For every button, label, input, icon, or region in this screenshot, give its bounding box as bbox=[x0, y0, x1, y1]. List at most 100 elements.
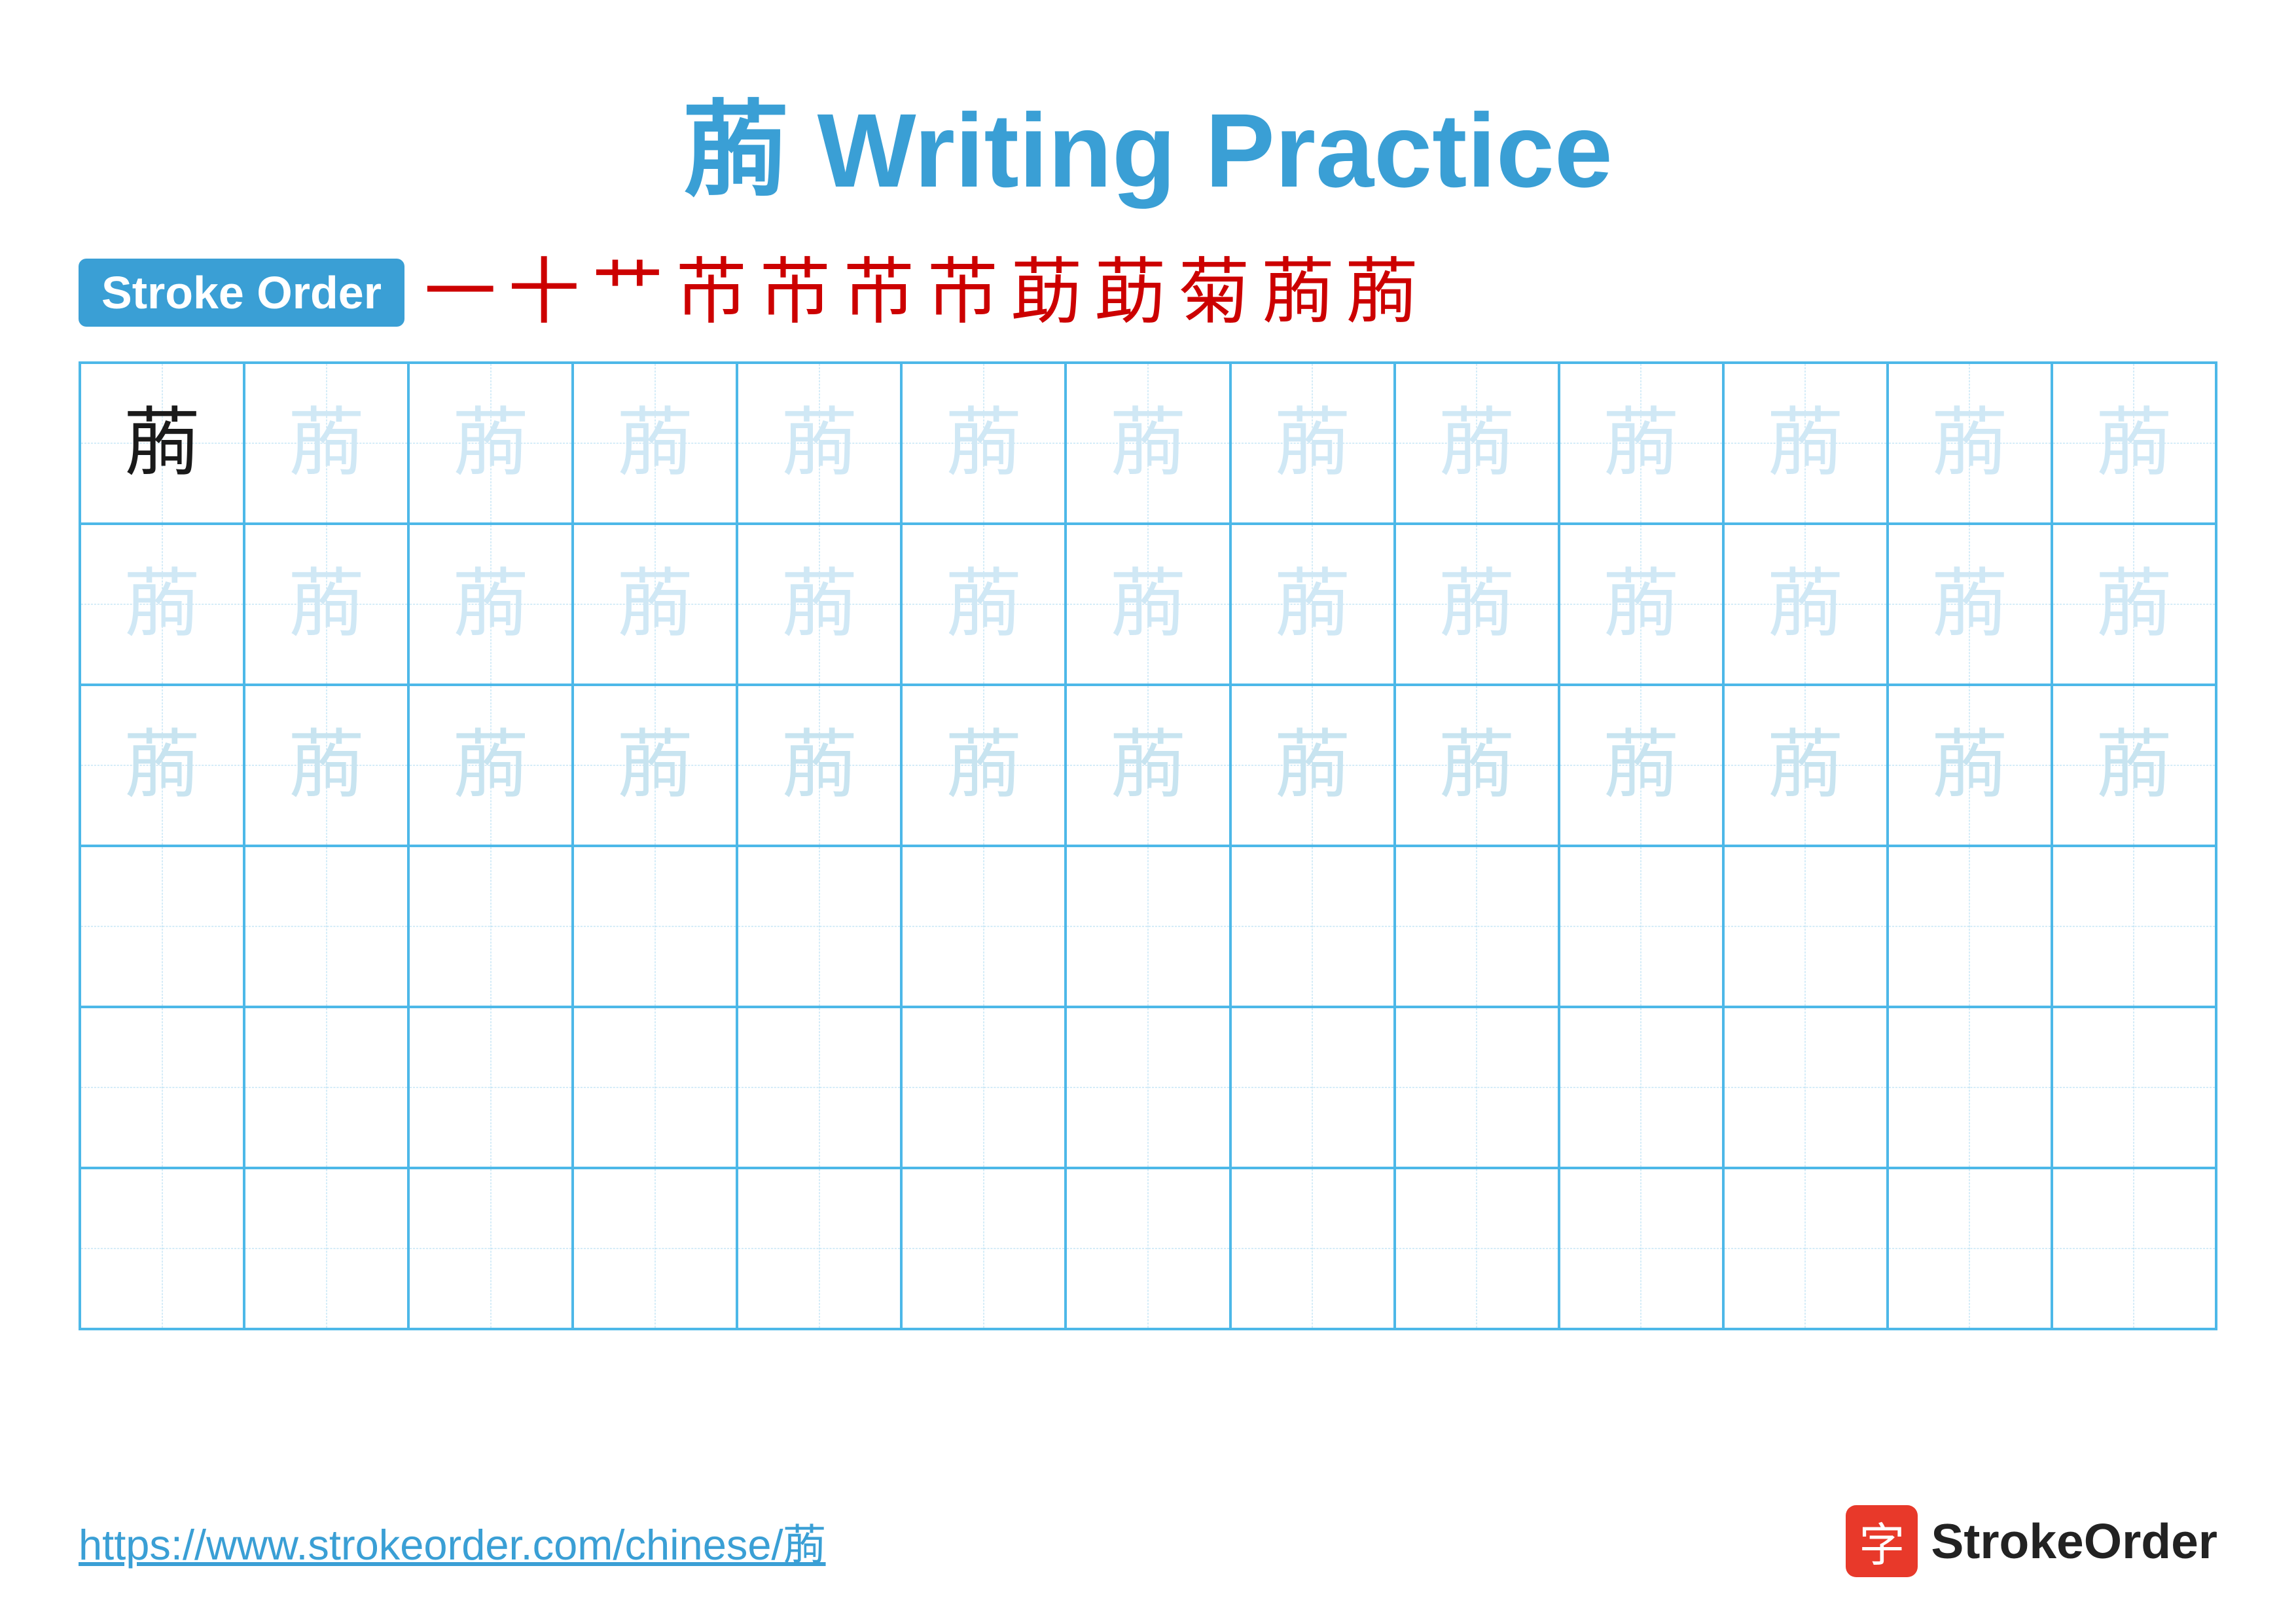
grid-cell-r1c6[interactable]: 葋 bbox=[901, 363, 1066, 524]
char-r3c11: 葋 bbox=[1768, 728, 1843, 803]
practice-grid: 葋 葋 葋 葋 葋 葋 葋 葋 葋 葋 葋 葋 bbox=[79, 361, 2217, 1330]
char-r2c3: 葋 bbox=[453, 567, 528, 642]
grid-cell-r4c10[interactable] bbox=[1559, 846, 1723, 1007]
grid-cell-r4c11[interactable] bbox=[1723, 846, 1888, 1007]
grid-cell-r1c5[interactable]: 葋 bbox=[737, 363, 901, 524]
grid-cell-r1c1[interactable]: 葋 bbox=[80, 363, 244, 524]
grid-cell-r1c11[interactable]: 葋 bbox=[1723, 363, 1888, 524]
char-r1c6: 葋 bbox=[946, 406, 1021, 481]
stroke-10: 菊 bbox=[1178, 257, 1250, 329]
grid-cell-r6c7[interactable] bbox=[1066, 1168, 1230, 1329]
grid-cell-r4c13[interactable] bbox=[2052, 846, 2216, 1007]
grid-cell-r6c3[interactable] bbox=[408, 1168, 573, 1329]
stroke-12: 葋 bbox=[1346, 257, 1418, 329]
grid-cell-r5c4[interactable] bbox=[573, 1007, 737, 1168]
grid-cell-r3c4[interactable]: 葋 bbox=[573, 685, 737, 846]
grid-cell-r4c12[interactable] bbox=[1888, 846, 2052, 1007]
char-r3c10: 葋 bbox=[1604, 728, 1679, 803]
grid-cell-r5c3[interactable] bbox=[408, 1007, 573, 1168]
grid-cell-r3c3[interactable]: 葋 bbox=[408, 685, 573, 846]
grid-cell-r6c13[interactable] bbox=[2052, 1168, 2216, 1329]
stroke-2: 十 bbox=[508, 257, 580, 329]
grid-cell-r3c12[interactable]: 葋 bbox=[1888, 685, 2052, 846]
grid-cell-r1c7[interactable]: 葋 bbox=[1066, 363, 1230, 524]
grid-cell-r1c9[interactable]: 葋 bbox=[1395, 363, 1559, 524]
grid-cell-r6c6[interactable] bbox=[901, 1168, 1066, 1329]
grid-cell-r4c7[interactable] bbox=[1066, 846, 1230, 1007]
char-r2c2: 葋 bbox=[289, 567, 364, 642]
grid-cell-r5c8[interactable] bbox=[1230, 1007, 1395, 1168]
grid-cell-r3c13[interactable]: 葋 bbox=[2052, 685, 2216, 846]
grid-cell-r2c4[interactable]: 葋 bbox=[573, 524, 737, 685]
grid-cell-r5c5[interactable] bbox=[737, 1007, 901, 1168]
grid-cell-r2c3[interactable]: 葋 bbox=[408, 524, 573, 685]
grid-cell-r6c12[interactable] bbox=[1888, 1168, 2052, 1329]
grid-cell-r2c1[interactable]: 葋 bbox=[80, 524, 244, 685]
title-char: 葋 bbox=[683, 92, 788, 209]
grid-cell-r6c1[interactable] bbox=[80, 1168, 244, 1329]
grid-cell-r6c5[interactable] bbox=[737, 1168, 901, 1329]
grid-cell-r1c8[interactable]: 葋 bbox=[1230, 363, 1395, 524]
char-r3c4: 葋 bbox=[617, 728, 692, 803]
footer-url[interactable]: https://www.strokeorder.com/chinese/葋 bbox=[79, 1510, 826, 1572]
grid-cell-r4c3[interactable] bbox=[408, 846, 573, 1007]
grid-cell-r6c10[interactable] bbox=[1559, 1168, 1723, 1329]
grid-cell-r5c7[interactable] bbox=[1066, 1007, 1230, 1168]
grid-cell-r2c2[interactable]: 葋 bbox=[244, 524, 408, 685]
grid-cell-r1c3[interactable]: 葋 bbox=[408, 363, 573, 524]
grid-cell-r3c5[interactable]: 葋 bbox=[737, 685, 901, 846]
grid-cell-r3c10[interactable]: 葋 bbox=[1559, 685, 1723, 846]
grid-cell-r1c10[interactable]: 葋 bbox=[1559, 363, 1723, 524]
grid-cell-r3c6[interactable]: 葋 bbox=[901, 685, 1066, 846]
grid-cell-r5c9[interactable] bbox=[1395, 1007, 1559, 1168]
grid-cell-r2c5[interactable]: 葋 bbox=[737, 524, 901, 685]
char-r2c10: 葋 bbox=[1604, 567, 1679, 642]
grid-cell-r6c9[interactable] bbox=[1395, 1168, 1559, 1329]
grid-cell-r2c6[interactable]: 葋 bbox=[901, 524, 1066, 685]
grid-cell-r5c1[interactable] bbox=[80, 1007, 244, 1168]
grid-cell-r2c12[interactable]: 葋 bbox=[1888, 524, 2052, 685]
grid-cell-r2c7[interactable]: 葋 bbox=[1066, 524, 1230, 685]
grid-cell-r5c13[interactable] bbox=[2052, 1007, 2216, 1168]
char-r1c12: 葋 bbox=[1932, 406, 2007, 481]
grid-cell-r3c11[interactable]: 葋 bbox=[1723, 685, 1888, 846]
grid-cell-r5c11[interactable] bbox=[1723, 1007, 1888, 1168]
grid-cell-r3c2[interactable]: 葋 bbox=[244, 685, 408, 846]
grid-cell-r3c7[interactable]: 葋 bbox=[1066, 685, 1230, 846]
grid-cell-r4c4[interactable] bbox=[573, 846, 737, 1007]
grid-cell-r5c2[interactable] bbox=[244, 1007, 408, 1168]
grid-cell-r6c11[interactable] bbox=[1723, 1168, 1888, 1329]
char-r3c13: 葋 bbox=[2096, 728, 2172, 803]
grid-cell-r2c13[interactable]: 葋 bbox=[2052, 524, 2216, 685]
grid-cell-r5c6[interactable] bbox=[901, 1007, 1066, 1168]
char-r3c9: 葋 bbox=[1439, 728, 1515, 803]
grid-cell-r6c4[interactable] bbox=[573, 1168, 737, 1329]
grid-cell-r3c1[interactable]: 葋 bbox=[80, 685, 244, 846]
grid-cell-r4c9[interactable] bbox=[1395, 846, 1559, 1007]
grid-cell-r2c10[interactable]: 葋 bbox=[1559, 524, 1723, 685]
grid-cell-r2c8[interactable]: 葋 bbox=[1230, 524, 1395, 685]
grid-cell-r6c8[interactable] bbox=[1230, 1168, 1395, 1329]
grid-cell-r5c12[interactable] bbox=[1888, 1007, 2052, 1168]
grid-cell-r4c6[interactable] bbox=[901, 846, 1066, 1007]
grid-cell-r5c10[interactable] bbox=[1559, 1007, 1723, 1168]
grid-cell-r6c2[interactable] bbox=[244, 1168, 408, 1329]
char-r2c4: 葋 bbox=[617, 567, 692, 642]
char-r1c4: 葋 bbox=[617, 406, 692, 481]
grid-cell-r4c5[interactable] bbox=[737, 846, 901, 1007]
char-r3c7: 葋 bbox=[1110, 728, 1185, 803]
grid-cell-r3c9[interactable]: 葋 bbox=[1395, 685, 1559, 846]
char-r3c6: 葋 bbox=[946, 728, 1021, 803]
grid-cell-r1c13[interactable]: 葋 bbox=[2052, 363, 2216, 524]
grid-cell-r1c12[interactable]: 葋 bbox=[1888, 363, 2052, 524]
char-r2c1: 葋 bbox=[124, 567, 200, 642]
grid-cell-r4c1[interactable] bbox=[80, 846, 244, 1007]
char-r2c7: 葋 bbox=[1110, 567, 1185, 642]
grid-cell-r4c8[interactable] bbox=[1230, 846, 1395, 1007]
grid-cell-r2c9[interactable]: 葋 bbox=[1395, 524, 1559, 685]
grid-cell-r1c4[interactable]: 葋 bbox=[573, 363, 737, 524]
grid-cell-r2c11[interactable]: 葋 bbox=[1723, 524, 1888, 685]
grid-cell-r3c8[interactable]: 葋 bbox=[1230, 685, 1395, 846]
grid-cell-r4c2[interactable] bbox=[244, 846, 408, 1007]
grid-cell-r1c2[interactable]: 葋 bbox=[244, 363, 408, 524]
